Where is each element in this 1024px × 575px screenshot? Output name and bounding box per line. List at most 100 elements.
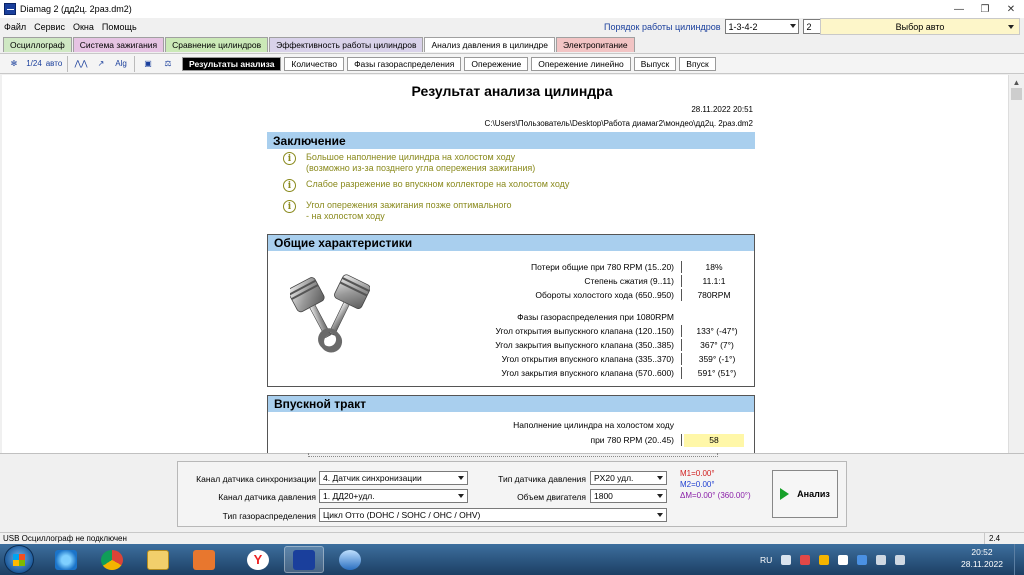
tray-icon[interactable] bbox=[838, 554, 849, 565]
cylinder-number-icon[interactable]: 1/24 bbox=[24, 55, 44, 73]
marker-m1: M1=0.00° bbox=[680, 469, 715, 478]
minimize-button[interactable]: — bbox=[946, 0, 972, 18]
close-button[interactable]: ✕ bbox=[998, 0, 1024, 18]
marker-m2: M2=0.00° bbox=[680, 480, 715, 489]
divider bbox=[681, 261, 682, 273]
chart-icon[interactable]: ↗ bbox=[91, 55, 111, 73]
kv-row: Угол закрытия выпускного клапана (350..3… bbox=[495, 340, 734, 350]
pressure-channel-label: Канал датчика давления bbox=[218, 492, 316, 502]
report-title: Результат анализа цилиндра bbox=[411, 83, 613, 99]
conclusion-text: Слабое разрежение во впускном коллекторе… bbox=[306, 179, 570, 189]
status-version: 2.4 bbox=[989, 534, 1001, 543]
tray-icon[interactable] bbox=[819, 554, 830, 565]
cylinder-order-select[interactable]: 1-3-4-2 bbox=[724, 19, 799, 34]
scales-icon[interactable]: ⚖ bbox=[158, 55, 178, 73]
divider bbox=[681, 367, 682, 379]
cylinder-value: 2 bbox=[806, 21, 812, 32]
kv-row: Угол открытия впускного клапана (335..37… bbox=[501, 354, 736, 364]
maximize-button[interactable]: ❐ bbox=[972, 0, 998, 18]
analyze-button[interactable]: Анализ bbox=[772, 470, 838, 518]
module-tab[interactable]: Эффективность работы цилиндров bbox=[269, 37, 424, 52]
marker-readout: M1=0.00° M2=0.00° ΔM=0.00° (360.00°) bbox=[680, 468, 751, 501]
result-subtabs: Результаты анализа Количество Фазы газорас… bbox=[182, 56, 716, 71]
bluetooth-icon[interactable] bbox=[857, 554, 868, 565]
menu-file[interactable]: Файл bbox=[0, 22, 30, 32]
info-icon: i bbox=[283, 152, 296, 165]
module-tab[interactable]: Система зажигания bbox=[72, 37, 165, 52]
phases-title: Фазы газораспределения при 1080RPM bbox=[517, 312, 674, 322]
pressure-sensor-label: Тип датчика давления bbox=[498, 474, 586, 484]
divider bbox=[681, 339, 682, 351]
language-indicator[interactable]: RU bbox=[760, 555, 772, 565]
chevron-down-icon bbox=[458, 476, 464, 480]
waveform-icon[interactable]: ⋀⋀ bbox=[71, 55, 91, 73]
module-tabs: Осциллограф Система зажигания Сравнение ци… bbox=[3, 37, 635, 52]
start-button[interactable] bbox=[4, 545, 34, 574]
status-text: USB Осциллограф не подключен bbox=[0, 533, 985, 544]
auto-icon[interactable]: авто bbox=[44, 55, 64, 73]
divider bbox=[681, 434, 682, 446]
tray-icon[interactable] bbox=[781, 554, 792, 565]
report-datetime: 28.11.2022 20:51 bbox=[691, 105, 753, 114]
menu-windows[interactable]: Окна bbox=[69, 22, 98, 32]
scroll-thumb[interactable] bbox=[1011, 88, 1022, 100]
window-title: Diamag 2 (дд2ц. 2раз.dm2) bbox=[20, 4, 132, 14]
tray-icon[interactable] bbox=[800, 554, 811, 565]
media-taskbar-icon[interactable] bbox=[184, 546, 224, 573]
subtab[interactable]: Выпуск bbox=[633, 56, 677, 71]
info-icon: i bbox=[283, 200, 296, 213]
module-tab[interactable]: Осциллограф bbox=[3, 37, 72, 52]
conclusion-item: i Слабое разрежение во впускном коллекто… bbox=[283, 179, 569, 192]
cylinder-order-group: Порядок работы цилиндров 1-3-4-2 2 bbox=[604, 19, 829, 34]
menu-help[interactable]: Помощь bbox=[98, 22, 141, 32]
subtab[interactable]: Опережение линейно bbox=[531, 56, 631, 71]
subtab[interactable]: Опережение bbox=[464, 56, 529, 71]
diamag-taskbar-icon[interactable] bbox=[284, 546, 324, 573]
app-icon bbox=[4, 3, 16, 15]
subtab[interactable]: Фазы газораспределения bbox=[347, 56, 462, 71]
module-tab[interactable]: Анализ давления в цилиндре bbox=[424, 37, 555, 52]
report-file-path: C:\Users\Пользователь\Desktop\Работа диа… bbox=[484, 119, 753, 128]
subtab[interactable]: Впуск bbox=[679, 56, 716, 71]
chrome-taskbar-icon[interactable] bbox=[92, 546, 132, 573]
select-auto-dropdown[interactable]: Выбор авто bbox=[820, 18, 1020, 35]
engine-volume-select[interactable]: 1800 bbox=[590, 489, 667, 503]
splitter-grip[interactable] bbox=[308, 453, 718, 457]
conclusion-text: Угол опережения зажигания позже оптималь… bbox=[306, 200, 512, 221]
volume-icon[interactable] bbox=[895, 554, 906, 565]
status-bar: USB Осциллограф не подключен 2.4 bbox=[0, 532, 1024, 544]
intake-label-1: Наполнение цилиндра на холостом ходу bbox=[513, 420, 674, 430]
kv-row: Степень сжатия (9..11) 11.1:1 bbox=[584, 276, 726, 286]
marker-delta: ΔM=0.00° (360.00°) bbox=[680, 491, 751, 500]
intake-heading: Впускной тракт bbox=[267, 395, 755, 412]
subtab[interactable]: Результаты анализа bbox=[182, 56, 282, 71]
pressure-sensor-select[interactable]: PX20 удл. bbox=[590, 471, 667, 485]
timing-type-select[interactable]: Цикл Отто (DOHC / SOHC / OHC / OHV) bbox=[319, 508, 667, 522]
pressure-channel-select[interactable]: 1. ДД20+удл. bbox=[319, 489, 468, 503]
sync-channel-select[interactable]: 4. Датчик синхронизации bbox=[319, 471, 468, 485]
save-icon[interactable]: ▣ bbox=[138, 55, 158, 73]
divider bbox=[681, 289, 682, 301]
cylinder-order-value: 1-3-4-2 bbox=[728, 21, 758, 32]
intake-fill-value: 58 bbox=[684, 433, 744, 447]
show-desktop-button[interactable] bbox=[1014, 544, 1024, 575]
timing-type-label: Тип газораспределения bbox=[222, 511, 316, 521]
yandex-taskbar-icon[interactable]: Y bbox=[238, 546, 278, 573]
module-tab[interactable]: Сравнение цилиндров bbox=[165, 37, 269, 52]
system-tray: RU bbox=[760, 544, 906, 575]
menu-service[interactable]: Сервис bbox=[30, 22, 69, 32]
sync-channel-label: Канал датчика синхронизации bbox=[196, 474, 316, 484]
play-icon bbox=[780, 488, 790, 500]
subtab[interactable]: Количество bbox=[284, 56, 345, 71]
app-taskbar-icon[interactable] bbox=[330, 546, 370, 573]
explorer-taskbar-icon[interactable] bbox=[138, 546, 178, 573]
module-tab[interactable]: Электропитание bbox=[555, 37, 635, 52]
taskbar-clock[interactable]: 20:52 28.11.2022 bbox=[960, 546, 1004, 570]
ie-taskbar-icon[interactable] bbox=[46, 546, 86, 573]
report-scrollbar[interactable]: ▲ bbox=[1008, 75, 1023, 453]
network-icon[interactable] bbox=[876, 554, 887, 565]
algorithm-icon[interactable]: Alg bbox=[111, 55, 131, 73]
gear-icon[interactable]: ✻ bbox=[4, 55, 24, 73]
kv-row: Обороты холостого хода (650..950) 780RPM bbox=[535, 290, 731, 300]
chevron-down-icon bbox=[657, 494, 663, 498]
